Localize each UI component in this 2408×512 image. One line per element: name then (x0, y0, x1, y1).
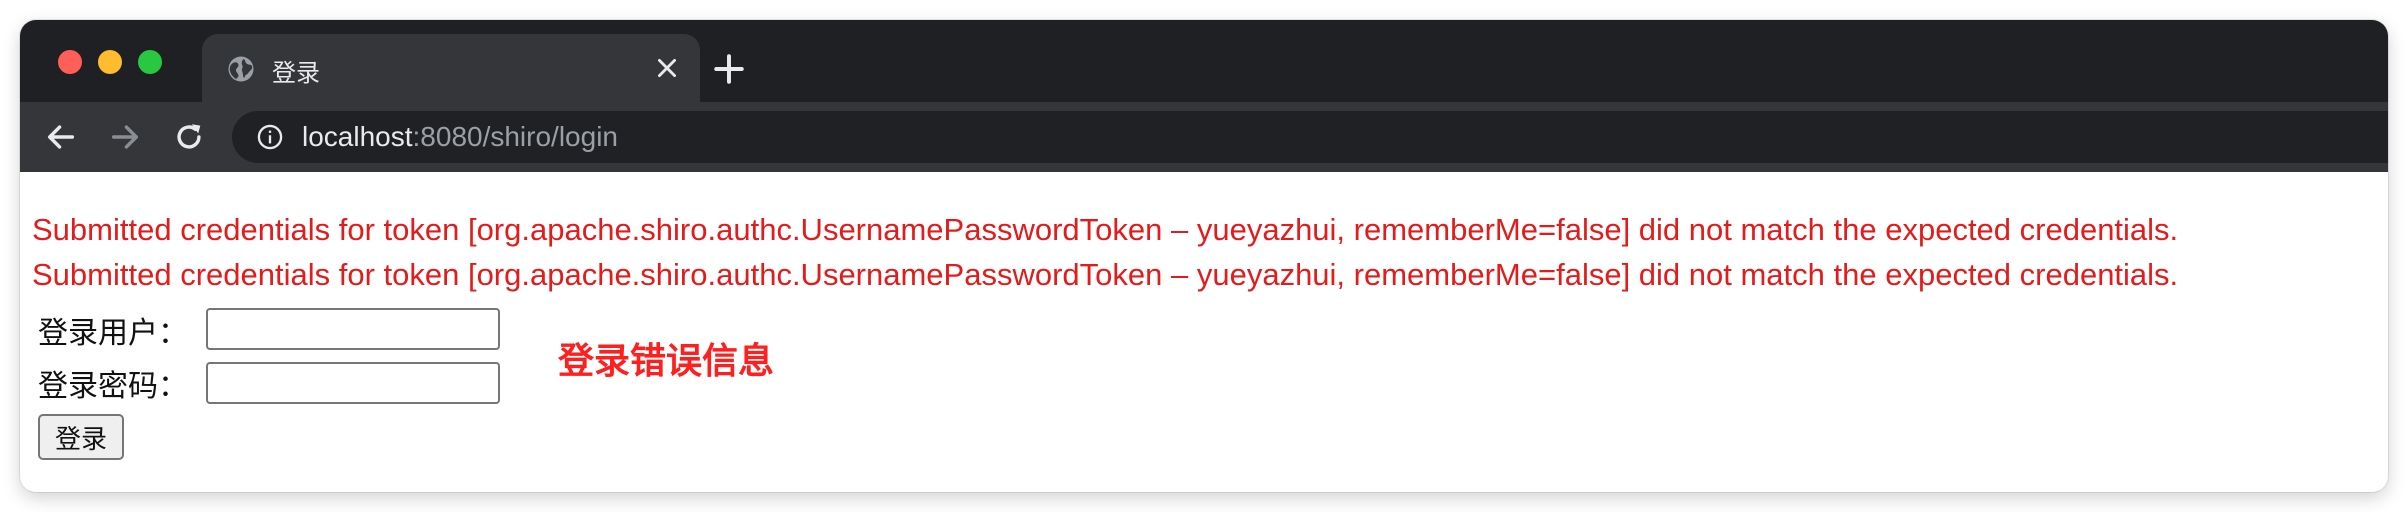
login-button[interactable]: 登录 (38, 414, 124, 460)
browser-toolbar: localhost:8080/shiro/login (20, 102, 2388, 172)
tab-title: 登录 (272, 59, 320, 87)
window-maximize-button[interactable] (138, 50, 162, 74)
url-text[interactable]: localhost:8080/shiro/login (302, 121, 618, 153)
forward-button[interactable] (108, 120, 142, 154)
url-host: localhost (302, 121, 413, 152)
back-button[interactable] (44, 120, 78, 154)
new-tab-button[interactable] (712, 52, 746, 86)
username-input[interactable] (206, 308, 500, 350)
window-close-button[interactable] (58, 50, 82, 74)
username-label: 登录用户： (38, 316, 188, 351)
tab-strip: 登录 (20, 20, 2388, 102)
reload-button[interactable] (172, 120, 206, 154)
page-content: Submitted credentials for token [org.apa… (20, 172, 2388, 492)
info-icon[interactable] (256, 123, 284, 151)
error-message: Submitted credentials for token [org.apa… (32, 257, 2179, 292)
close-icon[interactable] (654, 55, 680, 81)
error-annotation: 登录错误信息 (558, 341, 775, 382)
browser-window: 登录 localhost:8080/shiro/login Submitted … (20, 20, 2388, 492)
window-minimize-button[interactable] (98, 50, 122, 74)
password-input[interactable] (206, 362, 500, 404)
password-label: 登录密码： (38, 369, 188, 404)
url-path: :8080/shiro/login (412, 121, 618, 152)
error-message: Submitted credentials for token [org.apa… (32, 212, 2179, 247)
tab-login[interactable]: 登录 (202, 34, 700, 102)
globe-icon (228, 56, 254, 82)
address-bar[interactable]: localhost:8080/shiro/login (232, 111, 2388, 163)
